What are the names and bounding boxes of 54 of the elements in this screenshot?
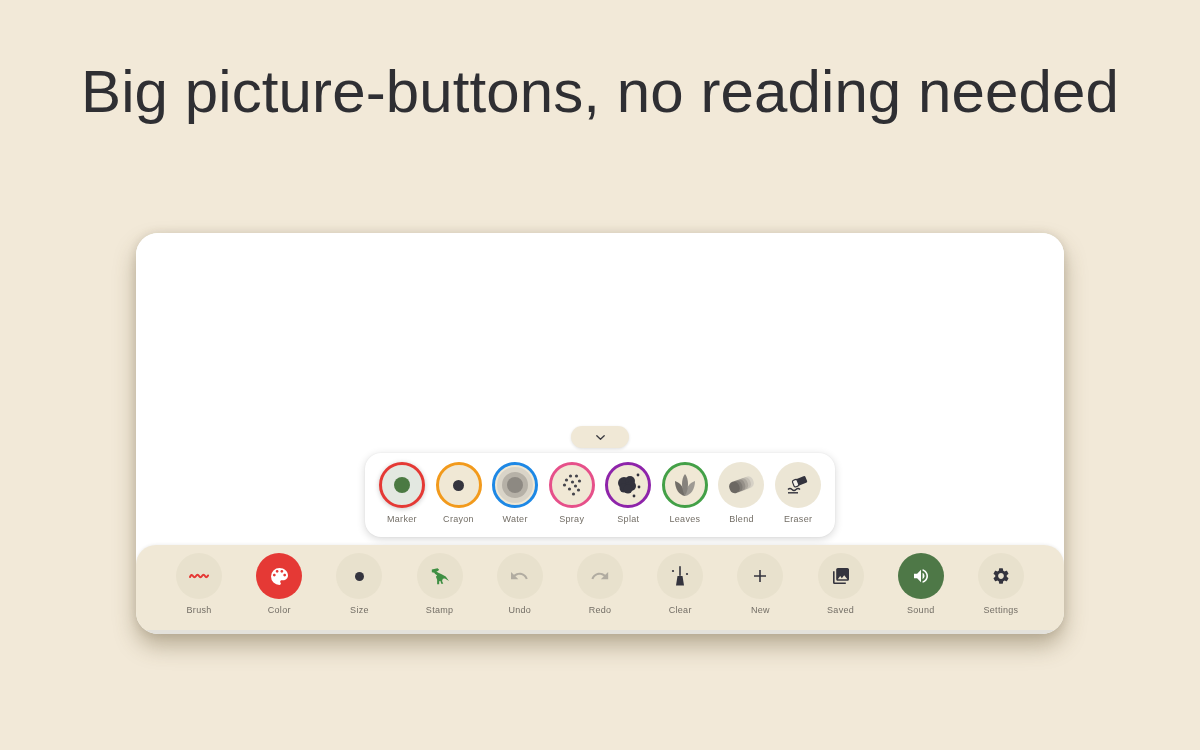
tool-label: Stamp bbox=[425, 605, 454, 616]
dot-icon bbox=[393, 477, 410, 493]
brush-option-button[interactable] bbox=[435, 462, 482, 508]
drawing-canvas[interactable]: Marker Crayon Water Spray Splat Leaves Blend Eraser bbox=[136, 233, 1064, 545]
redo-icon bbox=[591, 571, 609, 581]
tool-label: New bbox=[750, 605, 770, 616]
stamp-button[interactable] bbox=[416, 553, 463, 599]
brush-option-button[interactable] bbox=[718, 462, 765, 508]
settings-button[interactable] bbox=[977, 553, 1024, 599]
palette-icon bbox=[270, 567, 288, 585]
brush-option-button[interactable] bbox=[548, 462, 595, 508]
spray-dots-icon bbox=[560, 474, 583, 496]
tool-label: Saved bbox=[827, 605, 855, 616]
color-button[interactable] bbox=[256, 553, 303, 599]
chevron-down-icon bbox=[595, 434, 605, 440]
headline: Big picture-buttons, no reading needed bbox=[81, 62, 1119, 122]
brush-option-button[interactable] bbox=[605, 462, 652, 508]
brush-label: Marker bbox=[387, 514, 417, 525]
eraser-icon bbox=[787, 476, 810, 494]
tool-label: Settings bbox=[983, 605, 1019, 616]
concentric-circles-icon bbox=[497, 467, 534, 503]
undo-icon bbox=[510, 571, 529, 581]
size-button[interactable] bbox=[336, 553, 383, 599]
leaves-icon bbox=[672, 473, 697, 497]
plus-icon bbox=[754, 570, 767, 582]
brush-button[interactable] bbox=[176, 553, 223, 599]
brush-label: Splat bbox=[617, 514, 640, 525]
settings-icon bbox=[992, 568, 1009, 584]
tool-label: Size bbox=[350, 605, 369, 616]
dot-icon bbox=[453, 479, 464, 491]
broom-icon bbox=[671, 566, 690, 586]
photo-library-icon bbox=[832, 568, 849, 584]
squiggle-icon bbox=[189, 572, 210, 580]
brush-label: Water bbox=[502, 514, 528, 525]
splat-icon bbox=[615, 472, 642, 498]
brush-label: Leaves bbox=[669, 514, 701, 525]
tool-label: Undo bbox=[508, 605, 532, 616]
saved-button[interactable] bbox=[817, 553, 864, 599]
clear-button[interactable] bbox=[657, 553, 704, 599]
brush-label: Crayon bbox=[443, 514, 474, 525]
speaker-icon bbox=[912, 569, 929, 583]
dinosaur-icon bbox=[429, 567, 450, 585]
sound-button[interactable] bbox=[897, 553, 944, 599]
brush-label: Spray bbox=[559, 514, 585, 525]
brush-option-button[interactable] bbox=[775, 462, 822, 508]
tool-label: Brush bbox=[186, 605, 212, 616]
tool-label: Clear bbox=[668, 605, 692, 616]
brush-label: Blend bbox=[729, 514, 754, 525]
tool-label: Sound bbox=[907, 605, 935, 616]
new-button[interactable] bbox=[737, 553, 784, 599]
brush-label: Eraser bbox=[783, 514, 813, 525]
tool-label: Color bbox=[267, 605, 291, 616]
tool-label: Redo bbox=[588, 605, 612, 616]
dot-icon bbox=[354, 571, 364, 581]
